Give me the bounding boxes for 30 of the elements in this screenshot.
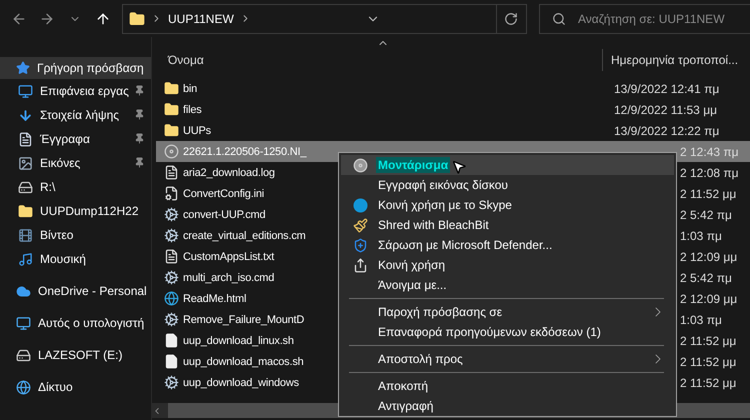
modified-date: 2 11:52 μμ — [679, 334, 738, 348]
modified-date: 1:03 πμ — [679, 228, 723, 242]
modified-date: 2 5:42 πμ — [679, 270, 733, 284]
file-name: uup_download_macos.sh — [183, 356, 304, 368]
modified-date: 1:03 πμ — [679, 312, 723, 326]
file-name: convert-UUP.cmd — [183, 208, 266, 220]
modified-date: 2 12:08 πμ — [679, 166, 740, 180]
modified-date: 2 12:09 μμ — [679, 292, 738, 306]
modified-date: 2 11:52 μμ — [679, 186, 738, 200]
modified-date: 13/9/2022 12:41 πμ — [613, 82, 720, 96]
modified-date: 2 11:52 μμ — [679, 376, 738, 390]
modified-date: 13/9/2022 12:22 πμ — [613, 124, 720, 138]
file-name: 22621.1.220506-1250.NI_ — [183, 146, 306, 158]
file-name: bin — [183, 82, 198, 94]
modified-date: 2 12:09 μμ — [679, 250, 738, 264]
file-name: uup_download_linux.sh — [183, 334, 294, 346]
modified-date: 2 5:42 πμ — [679, 208, 733, 222]
file-name: UUPs — [183, 124, 211, 136]
file-name: uup_download_windows — [183, 376, 299, 388]
modified-date: 2 11:52 μμ — [679, 354, 738, 368]
file-name: create_virtual_editions.cm — [183, 230, 306, 242]
file-name: ReadMe.html — [183, 292, 246, 304]
file-name: aria2_download.log — [183, 166, 275, 178]
modified-date: 2 12:43 πμ — [679, 144, 740, 158]
file-name: CustomAppsList.txt — [183, 250, 274, 262]
file-name: multi_arch_iso.cmd — [183, 272, 274, 284]
modified-date: 12/9/2022 11:53 μμ — [613, 102, 718, 116]
file-name: files — [183, 104, 202, 116]
file-name: ConvertConfig.ini — [183, 188, 264, 200]
file-name: Remove_Failure_MountD — [183, 314, 304, 326]
